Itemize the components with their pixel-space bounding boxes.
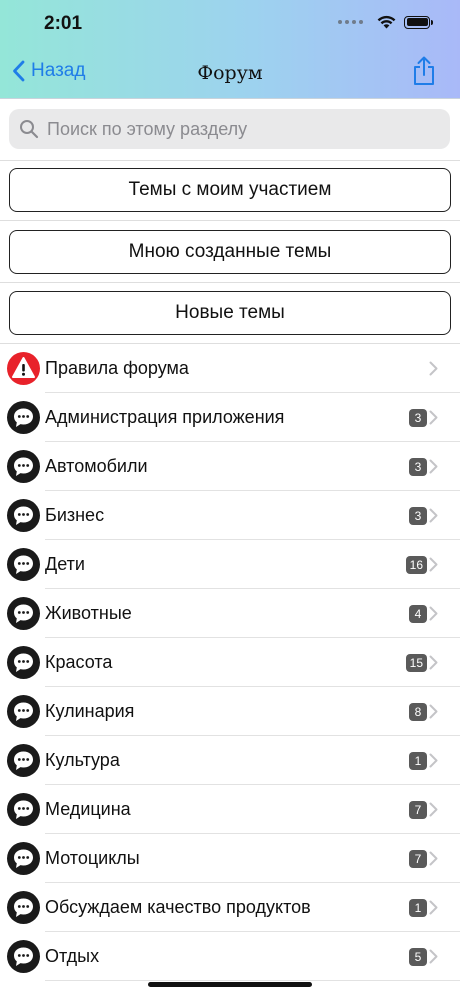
chevron-right-icon bbox=[429, 753, 438, 768]
divider bbox=[0, 220, 460, 221]
chevron-right-icon bbox=[429, 851, 438, 866]
search-bar[interactable] bbox=[9, 109, 450, 149]
chat-bubble-icon bbox=[7, 744, 40, 777]
forum-section-row[interactable]: Культура 1 bbox=[0, 736, 460, 785]
forum-section-label: Красота bbox=[45, 652, 113, 672]
forum-section-row[interactable]: Отдых 5 bbox=[0, 932, 460, 981]
forum-section-row[interactable]: Животные 4 bbox=[0, 589, 460, 638]
forum-section-label: Автомобили bbox=[45, 456, 148, 476]
divider bbox=[0, 160, 460, 161]
navigation-header: 2:01 Назад Форум bbox=[0, 0, 460, 99]
topic-count-badge: 4 bbox=[409, 605, 427, 623]
forum-section-label: Администрация приложения bbox=[45, 407, 285, 427]
chevron-right-icon bbox=[429, 508, 438, 523]
topic-count-badge: 5 bbox=[409, 948, 427, 966]
status-time: 2:01 bbox=[44, 13, 83, 34]
created-topics-button[interactable]: Мною созданные темы bbox=[9, 230, 451, 274]
forum-section-label: Животные bbox=[45, 603, 132, 623]
topic-count-badge: 7 bbox=[409, 850, 427, 868]
forum-section-row[interactable]: Бизнес 3 bbox=[0, 491, 460, 540]
divider bbox=[0, 282, 460, 283]
forum-section-label: Кулинария bbox=[45, 701, 135, 721]
chevron-right-icon bbox=[429, 704, 438, 719]
topic-count-badge: 1 bbox=[409, 899, 427, 917]
topic-count-badge: 3 bbox=[409, 458, 427, 476]
chat-bubble-icon bbox=[7, 548, 40, 581]
forum-section-row[interactable]: Автомобили 3 bbox=[0, 442, 460, 491]
chat-bubble-icon bbox=[7, 842, 40, 875]
chevron-right-icon bbox=[429, 900, 438, 915]
forum-section-label: Дети bbox=[45, 554, 85, 574]
forum-section-row[interactable]: Кулинария 8 bbox=[0, 687, 460, 736]
chat-bubble-icon bbox=[7, 401, 40, 434]
forum-section-row[interactable]: Дети 16 bbox=[0, 540, 460, 589]
forum-section-row[interactable]: Красота 15 bbox=[0, 638, 460, 687]
wifi-icon bbox=[377, 15, 396, 29]
status-icons bbox=[338, 15, 433, 29]
forum-rules-label: Правила форума bbox=[45, 358, 189, 378]
chat-bubble-icon bbox=[7, 450, 40, 483]
forum-section-label: Медицина bbox=[45, 799, 131, 819]
page-title: Форум bbox=[197, 62, 263, 84]
chevron-right-icon bbox=[429, 802, 438, 817]
chevron-right-icon bbox=[429, 949, 438, 964]
forum-section-row[interactable]: Мотоциклы 7 bbox=[0, 834, 460, 883]
chat-bubble-icon bbox=[7, 695, 40, 728]
forum-section-row[interactable]: Обсуждаем качество продуктов 1 bbox=[0, 883, 460, 932]
topic-count-badge: 3 bbox=[409, 507, 427, 525]
chat-bubble-icon bbox=[7, 646, 40, 679]
chevron-right-icon bbox=[429, 655, 438, 670]
share-icon bbox=[414, 56, 434, 85]
new-topics-button[interactable]: Новые темы bbox=[9, 291, 451, 335]
topic-count-badge: 16 bbox=[405, 556, 427, 574]
search-field-container[interactable] bbox=[9, 109, 450, 149]
chat-bubble-icon bbox=[7, 597, 40, 630]
forum-section-label: Отдых bbox=[45, 946, 100, 966]
battery-icon bbox=[404, 15, 433, 29]
forum-section-label: Бизнес bbox=[45, 505, 105, 525]
search-input[interactable] bbox=[45, 117, 429, 141]
chat-bubble-icon bbox=[7, 891, 40, 924]
row-divider bbox=[45, 980, 460, 981]
warning-icon bbox=[7, 352, 40, 385]
chat-bubble-icon bbox=[7, 793, 40, 826]
forum-section-row[interactable]: Администрация приложения 3 bbox=[0, 393, 460, 442]
forum-rules-row[interactable]: Правила форума bbox=[0, 344, 460, 393]
forum-section-label: Мотоциклы bbox=[45, 848, 140, 868]
chevron-right-icon bbox=[429, 361, 438, 376]
home-indicator[interactable] bbox=[148, 982, 312, 987]
topic-count-badge: 3 bbox=[409, 409, 427, 427]
signal-dots-icon bbox=[338, 20, 363, 24]
forum-section-label: Культура bbox=[45, 750, 120, 770]
topic-count-badge: 8 bbox=[409, 703, 427, 721]
chevron-right-icon bbox=[429, 557, 438, 572]
my-topics-button[interactable]: Темы с моим участием bbox=[9, 168, 451, 212]
topic-count-badge: 1 bbox=[409, 752, 427, 770]
chat-bubble-icon bbox=[7, 940, 40, 973]
chevron-right-icon bbox=[429, 459, 438, 474]
search-icon bbox=[20, 120, 39, 139]
forum-section-label: Обсуждаем качество продуктов bbox=[45, 897, 311, 917]
chevron-right-icon bbox=[429, 606, 438, 621]
chevron-right-icon bbox=[429, 410, 438, 425]
topic-count-badge: 15 bbox=[405, 654, 427, 672]
forum-section-row[interactable]: Медицина 7 bbox=[0, 785, 460, 834]
share-button[interactable] bbox=[412, 56, 436, 91]
chat-bubble-icon bbox=[7, 499, 40, 532]
topic-count-badge: 7 bbox=[409, 801, 427, 819]
